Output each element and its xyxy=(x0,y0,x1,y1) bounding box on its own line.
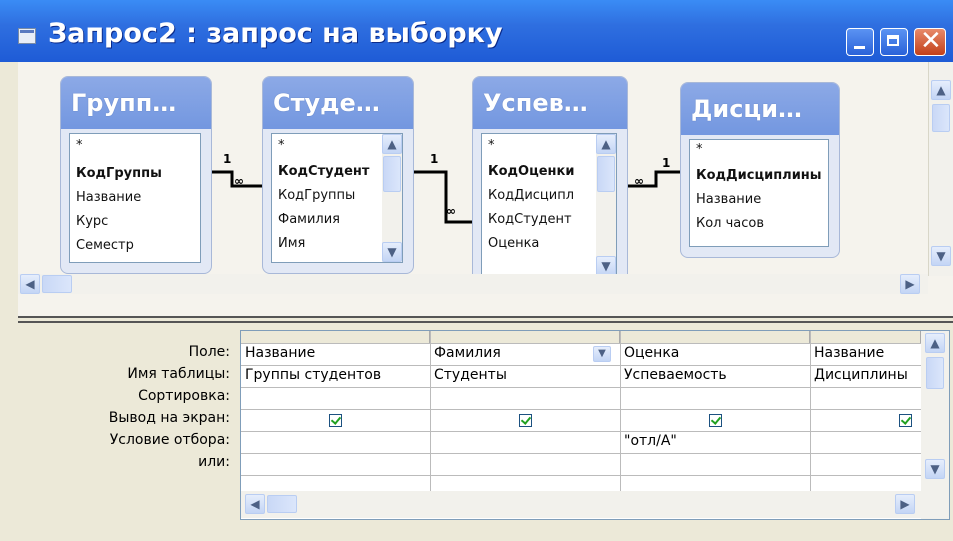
design-grid[interactable]: Название Фамилия ▼ Оценка Название Групп… xyxy=(240,330,950,520)
relation-many-label: ∞ xyxy=(234,174,244,188)
scroll-thumb[interactable] xyxy=(926,357,944,389)
column-selector[interactable] xyxy=(810,331,921,343)
row-label-field: Поле: xyxy=(188,344,230,360)
column-selector[interactable] xyxy=(620,331,810,343)
chevron-up-icon[interactable]: ▲ xyxy=(925,333,945,353)
chevron-left-icon[interactable]: ◀ xyxy=(20,274,40,294)
relationship-line[interactable] xyxy=(414,170,472,224)
grid-table-cell[interactable]: Группы студентов xyxy=(245,367,427,383)
chevron-right-icon[interactable]: ▶ xyxy=(900,274,920,294)
table-pane-vertical-scrollbar[interactable]: ▲ ▼ xyxy=(928,62,953,276)
pane-splitter[interactable] xyxy=(18,316,953,323)
show-checkbox[interactable] xyxy=(899,414,912,427)
grid-table-cell[interactable]: Успеваемость xyxy=(624,367,806,383)
column-selector[interactable] xyxy=(430,331,620,343)
chevron-down-icon[interactable]: ▼ xyxy=(925,459,945,479)
table-pane-horizontal-scrollbar[interactable]: ◀ ▶ xyxy=(18,274,928,294)
grid-table-cell[interactable]: Дисциплины xyxy=(814,367,918,383)
row-label-table: Имя таблицы: xyxy=(127,366,230,382)
relation-one-label: 1 xyxy=(223,152,232,166)
grid-criteria-cell[interactable]: "отл/А" xyxy=(624,433,806,449)
chevron-right-icon[interactable]: ▶ xyxy=(895,494,915,514)
show-checkbox[interactable] xyxy=(329,414,342,427)
grid-field-cell[interactable]: Фамилия xyxy=(434,345,594,361)
scroll-thumb[interactable] xyxy=(267,495,297,513)
show-checkbox[interactable] xyxy=(709,414,722,427)
scroll-thumb[interactable] xyxy=(42,275,72,293)
column-selector[interactable] xyxy=(241,331,430,343)
chevron-left-icon[interactable]: ◀ xyxy=(245,494,265,514)
show-checkbox[interactable] xyxy=(519,414,532,427)
relation-one-label: 1 xyxy=(430,152,439,166)
relation-many-label: ∞ xyxy=(446,204,456,218)
chevron-down-icon[interactable]: ▼ xyxy=(931,246,951,266)
grid-horizontal-scrollbar[interactable]: ◀ ▶ xyxy=(241,491,921,518)
row-label-criteria: Условие отбора: xyxy=(109,432,230,448)
relationship-lines xyxy=(212,170,680,224)
grid-field-cell[interactable]: Название xyxy=(814,345,918,361)
relation-one-label: 1 xyxy=(662,156,671,170)
chevron-down-icon[interactable]: ▼ xyxy=(593,346,611,362)
grid-table-cell[interactable]: Студенты xyxy=(434,367,616,383)
query-window: Запрос2 : запрос на выборку ✕ Групп… * К… xyxy=(0,0,953,541)
row-label-sort: Сортировка: xyxy=(138,388,230,404)
grid-field-cell[interactable]: Оценка xyxy=(624,345,806,361)
relation-many-label: ∞ xyxy=(634,174,644,188)
chevron-up-icon[interactable]: ▲ xyxy=(931,80,951,100)
grid-field-cell[interactable]: Название xyxy=(245,345,427,361)
scroll-thumb[interactable] xyxy=(932,104,950,132)
row-label-show: Вывод на экран: xyxy=(108,410,230,426)
row-label-or: или: xyxy=(198,454,230,470)
grid-vertical-scrollbar[interactable]: ▲ ▼ xyxy=(921,331,949,519)
